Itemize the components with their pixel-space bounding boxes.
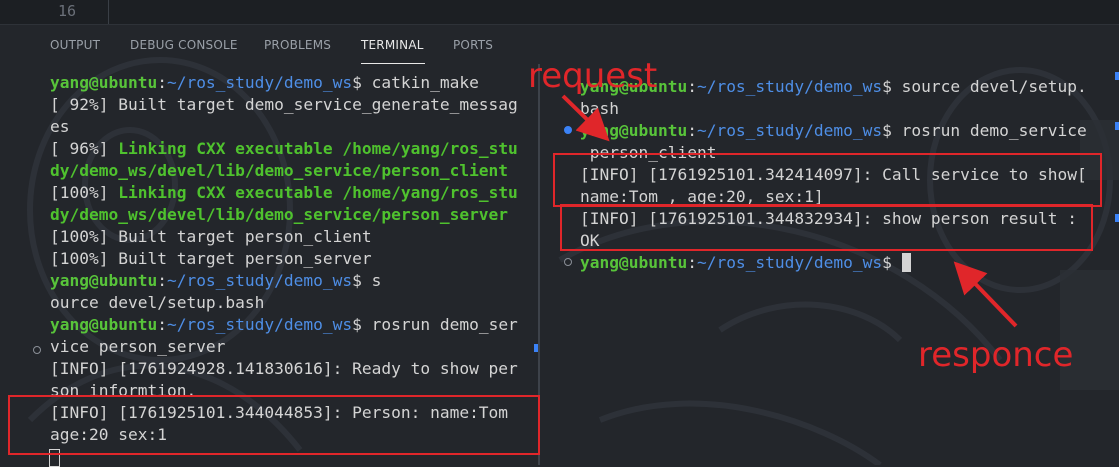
annotation-label-request: request [528,56,658,96]
annotation-box-response [560,204,1093,251]
scroll-marker [1115,72,1119,80]
terminal-line: yang@ubuntu:~/ros_study/demo_ws$ rosrun … [50,315,518,334]
tab-debug-console[interactable]: DEBUG CONSOLE [130,38,238,52]
terminal-line: [ 96%] Linking CXX executable /home/yang… [50,139,518,158]
terminal-cursor [901,253,911,272]
scroll-marker [1115,214,1119,222]
annotation-box-left-result [8,395,540,455]
terminal-line: dy/demo_ws/devel/lib/demo_service/person… [50,205,509,224]
terminal-line: vice person_server [50,337,226,356]
terminal-line: [INFO] [1761924928.141830616]: Ready to … [50,359,518,378]
tab-terminal[interactable]: TERMINAL [361,38,424,52]
line-number: 16 [58,2,77,20]
terminal-line: yang@ubuntu:~/ros_study/demo_ws$ rosrun … [580,121,1087,140]
annotation-label-response: responce [918,335,1074,375]
terminal-line: [100%] Linking CXX executable /home/yang… [50,183,518,202]
gutter-divider [108,0,109,24]
tab-output[interactable]: OUTPUT [50,38,100,52]
terminal-line: yang@ubuntu:~/ros_study/demo_ws$ [580,252,911,274]
terminal-right[interactable]: yang@ubuntu:~/ros_study/demo_ws$ source … [541,64,1119,465]
command-status-dot-icon [564,126,572,134]
tab-ports[interactable]: PORTS [453,38,493,52]
terminal-line: es [50,117,70,136]
command-status-dot-icon [564,258,572,266]
tab-problems[interactable]: PROBLEMS [264,38,331,52]
terminal-line: [100%] Built target person_server [50,249,372,268]
editor-line-strip: 16 [0,0,1119,25]
terminal-line: bash [580,99,619,118]
terminal-line: [100%] Built target person_client [50,227,372,246]
terminal-line: yang@ubuntu:~/ros_study/demo_ws$ s [50,271,382,290]
terminal-line: yang@ubuntu:~/ros_study/demo_ws$ catkin_… [50,73,479,92]
terminal-line: ource devel/setup.bash [50,293,265,312]
terminal-line: dy/demo_ws/devel/lib/demo_service/person… [50,161,509,180]
terminal-line: [ 92%] Built target demo_service_generat… [50,95,518,114]
command-status-dot-icon [33,346,41,354]
scroll-marker [1115,122,1119,130]
annotation-box-request [553,153,1102,207]
